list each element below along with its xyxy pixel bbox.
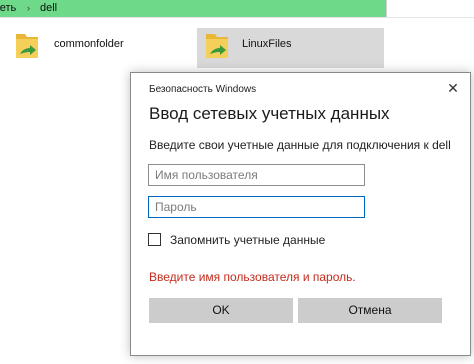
shared-folder-icon (206, 34, 228, 58)
breadcrumb-current[interactable]: dell (40, 0, 57, 17)
remember-checkbox[interactable] (148, 233, 161, 246)
address-bar[interactable]: ьеть › dell (0, 0, 386, 17)
shared-folder-icon (16, 34, 38, 58)
divider (0, 17, 474, 18)
button-row: OK Отмена (131, 298, 470, 355)
search-box[interactable] (386, 0, 474, 18)
ok-button[interactable]: OK (149, 298, 293, 323)
cancel-button[interactable]: Отмена (298, 298, 442, 323)
folder-item-commonfolder[interactable]: commonfolder (12, 28, 132, 68)
dialog-caption: Безопасность Windows (149, 84, 257, 95)
folder-label: commonfolder (54, 38, 124, 50)
folder-label: LinuxFiles (242, 38, 292, 50)
chevron-right-icon[interactable]: › (27, 0, 30, 17)
password-input[interactable] (148, 196, 365, 218)
close-icon[interactable]: ✕ (446, 81, 460, 95)
error-message: Введите имя пользователя и пароль. (149, 270, 356, 284)
dialog-subtitle: Введите свои учетные данные для подключе… (149, 138, 451, 152)
dialog-title: Ввод сетевых учетных данных (149, 104, 390, 123)
breadcrumb-prev[interactable]: ьеть (0, 0, 16, 17)
username-input[interactable] (148, 164, 365, 186)
folder-item-linuxfiles[interactable]: LinuxFiles (197, 28, 384, 68)
remember-label[interactable]: Запомнить учетные данные (170, 233, 325, 247)
credentials-dialog: Безопасность Windows ✕ Ввод сетевых учет… (130, 72, 471, 356)
